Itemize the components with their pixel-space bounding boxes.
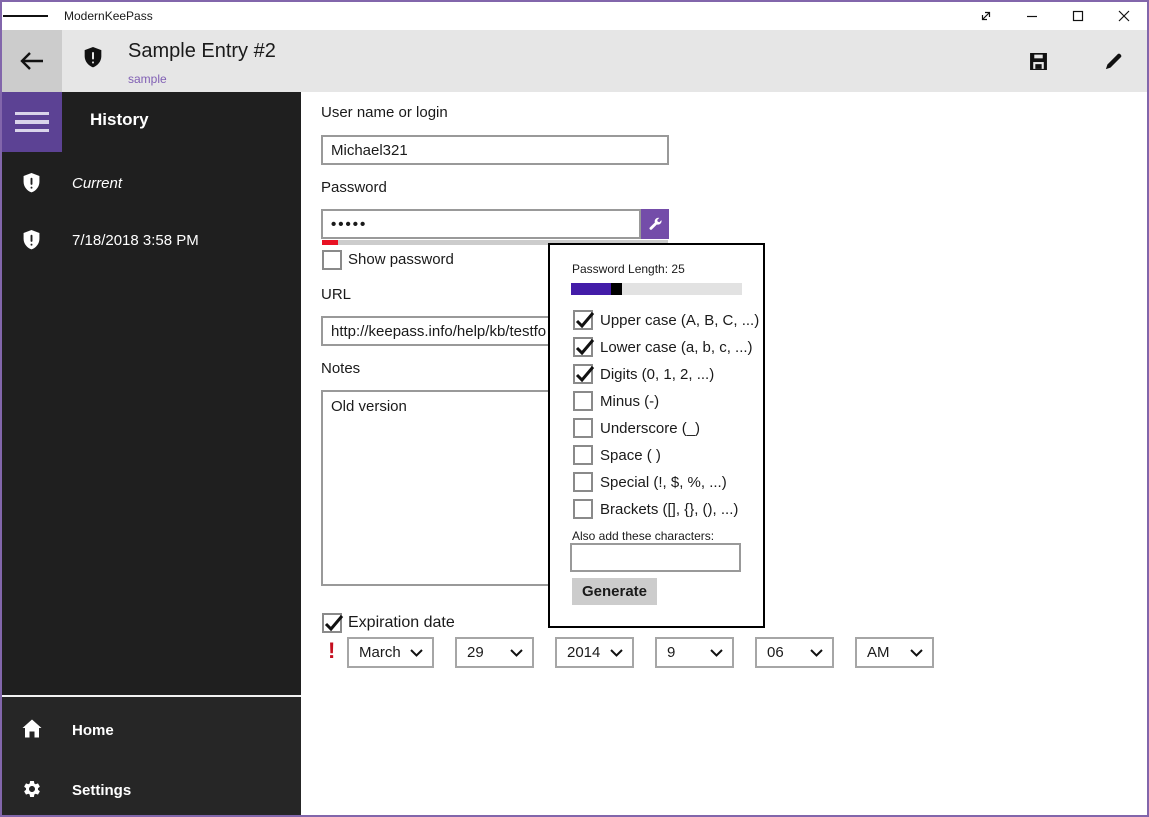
show-password-label: Show password (348, 251, 454, 268)
gen-option-space[interactable]: Space ( ) (573, 445, 661, 466)
brackets-checkbox[interactable] (573, 499, 593, 519)
minimize-button[interactable] (1009, 2, 1055, 30)
url-label: URL (321, 286, 352, 303)
generate-button[interactable]: Generate (572, 578, 657, 605)
gen-option-underscore[interactable]: Underscore (_) (573, 418, 700, 439)
history-item-label: 7/18/2018 3:58 PM (72, 232, 199, 249)
password-label: Password (321, 179, 387, 196)
checkmark-icon (575, 339, 595, 356)
maximize-button[interactable] (1055, 2, 1101, 30)
upper-case-checkbox[interactable] (573, 310, 595, 330)
chevron-down-icon (810, 648, 823, 657)
entry-form: User name or login Password Show passwor… (301, 92, 1147, 815)
home-icon (22, 719, 42, 743)
sidebar-item-label: Home (72, 722, 114, 739)
title-bar: ModernKeePass (2, 2, 1147, 30)
underscore-checkbox[interactable] (573, 418, 593, 438)
sidebar-item-settings[interactable]: Settings (2, 777, 301, 815)
save-icon (1029, 52, 1047, 70)
day-dropdown[interactable]: 29 (455, 637, 534, 668)
gen-option-lower-case[interactable]: Lower case (a, b, c, ...) (573, 337, 753, 358)
notes-label: Notes (321, 360, 361, 377)
chevron-down-icon (410, 648, 423, 657)
expired-warning-icon: ! (328, 638, 336, 663)
pencil-icon (1105, 53, 1121, 69)
titlebar-hamburger-icon[interactable] (2, 2, 48, 30)
username-input[interactable] (321, 135, 669, 165)
edit-button[interactable] (1093, 44, 1133, 78)
wrench-icon (649, 217, 662, 230)
history-item-dated[interactable]: 7/18/2018 3:58 PM (2, 227, 301, 275)
history-item-current[interactable]: Current (2, 170, 301, 218)
also-add-input[interactable] (570, 543, 741, 572)
maximize-icon (1072, 10, 1084, 22)
gear-icon (22, 779, 42, 804)
checkmark-icon (575, 312, 595, 329)
gen-option-special[interactable]: Special (!, $, %, ...) (573, 472, 727, 493)
minus-checkbox[interactable] (573, 391, 593, 411)
sidebar-item-label: Settings (72, 782, 132, 799)
chevron-down-icon (710, 648, 723, 657)
year-dropdown[interactable]: 2014 (555, 637, 634, 668)
password-length-label: Password Length: 25 (572, 262, 685, 276)
also-add-label: Also add these characters: (572, 529, 715, 543)
month-dropdown[interactable]: March (347, 637, 434, 668)
back-arrow-icon (20, 52, 43, 70)
username-label: User name or login (321, 104, 448, 121)
password-length-slider[interactable] (571, 283, 742, 295)
special-checkbox[interactable] (573, 472, 593, 492)
minute-dropdown[interactable]: 06 (755, 637, 834, 668)
chevron-down-icon (910, 648, 923, 657)
show-password-toggle[interactable]: Show password (322, 250, 454, 270)
space-checkbox[interactable] (573, 445, 593, 465)
fullscreen-button[interactable] (963, 2, 1009, 30)
gen-option-minus[interactable]: Minus (-) (573, 391, 659, 412)
password-input[interactable] (321, 209, 641, 239)
show-password-checkbox[interactable] (322, 250, 342, 270)
chevron-down-icon (510, 648, 523, 657)
gen-option-upper-case[interactable]: Upper case (A, B, C, ...) (573, 310, 759, 331)
expiration-label: Expiration date (348, 614, 455, 631)
navigation-sidebar: History Current 7/18/2018 3:58 PM Home S… (2, 92, 301, 815)
minimize-icon (1027, 15, 1037, 18)
lower-case-checkbox[interactable] (573, 337, 595, 357)
app-window: ModernKeePass Sample Entry #2 sample His… (0, 0, 1149, 817)
checkmark-icon (575, 366, 595, 383)
save-button[interactable] (1018, 44, 1058, 78)
history-item-label: Current (72, 175, 123, 192)
gen-option-digits[interactable]: Digits (0, 1, 2, ...) (573, 364, 714, 385)
hour-dropdown[interactable]: 9 (655, 637, 734, 668)
window-controls (963, 2, 1147, 30)
shield-icon (22, 229, 41, 255)
back-button[interactable] (2, 30, 62, 92)
entry-header: Sample Entry #2 sample (2, 30, 1147, 92)
ampm-dropdown[interactable]: AM (855, 637, 934, 668)
close-button[interactable] (1101, 2, 1147, 30)
checkmark-icon (324, 615, 344, 632)
password-generator-button[interactable] (641, 209, 669, 239)
entry-shield-icon (83, 46, 103, 73)
digits-checkbox[interactable] (573, 364, 595, 384)
shield-icon (22, 172, 41, 198)
expiration-checkbox[interactable] (322, 613, 344, 633)
sidebar-hamburger-button[interactable] (2, 92, 62, 152)
sidebar-bottom-section: Home Settings (2, 695, 301, 815)
gen-option-brackets[interactable]: Brackets ([], {}, (), ...) (573, 499, 738, 520)
fullscreen-icon (981, 11, 991, 21)
entry-title: Sample Entry #2 (128, 40, 276, 62)
expiration-toggle[interactable]: Expiration date (322, 613, 455, 633)
sidebar-item-home[interactable]: Home (2, 717, 301, 765)
close-icon (1118, 10, 1130, 22)
chevron-down-icon (610, 648, 623, 657)
history-heading: History (90, 110, 149, 129)
entry-group-breadcrumb: sample (128, 72, 167, 86)
slider-thumb[interactable] (611, 283, 622, 295)
password-generator-popup: Password Length: 25 Upper case (A, B, C,… (548, 243, 765, 628)
app-title: ModernKeePass (64, 9, 153, 23)
